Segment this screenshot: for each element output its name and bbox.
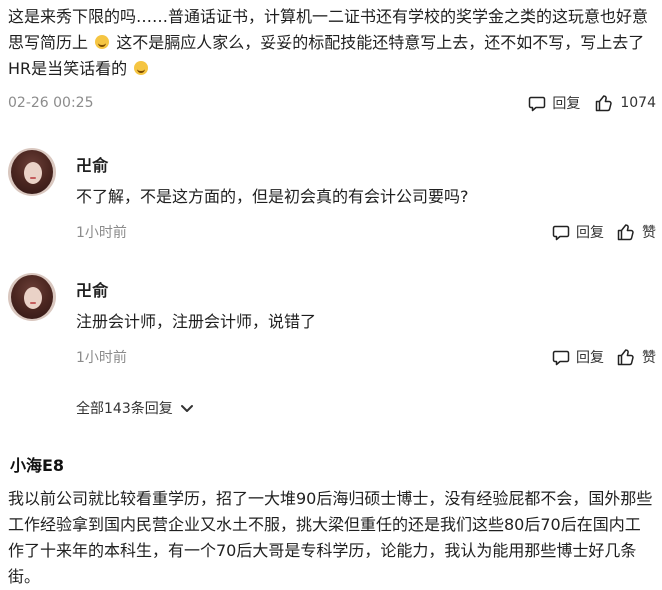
reply-item-1: 卍俞 不了解，不是这方面的，但是初会真的有会计公司要吗? 1小时前 回复 赞 xyxy=(8,148,656,248)
reply-actions: 回复 赞 xyxy=(552,222,656,242)
reply-time: 1小时前 xyxy=(76,225,127,241)
all-replies-button[interactable]: 全部143条回复 xyxy=(76,398,195,418)
like-button[interactable]: 赞 xyxy=(616,347,656,367)
comment-icon xyxy=(552,350,570,366)
like-label: 赞 xyxy=(642,350,656,366)
next-comment-text: 我以前公司就比较看重学历，招了一大堆90后海归硕士博士，没有经验屁都不会，国外那… xyxy=(8,489,653,586)
top-comment-text: 这是来秀下限的吗……普通话证书，计算机一二证书还有学校的奖学金之类的这玩意也好意… xyxy=(8,4,658,82)
reply-label: 回复 xyxy=(576,350,604,366)
top-comment-like-count: 1074 xyxy=(620,95,656,111)
comment-icon xyxy=(552,225,570,241)
laughing-emoji-icon xyxy=(95,35,110,49)
reply-time: 1小时前 xyxy=(76,350,127,366)
reply-label: 回复 xyxy=(576,225,604,241)
reply-text: 注册会计师，注册会计师，说错了 xyxy=(76,312,317,331)
reply-meta: 1小时前 回复 赞 xyxy=(76,220,656,244)
all-replies-label: 全部143条回复 xyxy=(76,401,173,417)
top-comment-meta: 02-26 00:25 回复 1074 xyxy=(8,91,656,115)
reply-meta: 1小时前 回复 赞 xyxy=(76,345,656,369)
reply-text: 不了解，不是这方面的，但是初会真的有会计公司要吗? xyxy=(76,187,469,206)
reply-button[interactable]: 回复 xyxy=(552,222,604,242)
avatar[interactable] xyxy=(8,273,56,321)
top-comment-like-button[interactable]: 1074 xyxy=(594,93,656,113)
reply-item-2: 卍俞 注册会计师，注册会计师，说错了 1小时前 回复 赞 xyxy=(8,273,656,373)
reply-author[interactable]: 卍俞 xyxy=(76,152,108,176)
like-label: 赞 xyxy=(642,225,656,241)
thumbs-up-icon xyxy=(617,349,634,366)
thumbs-up-icon xyxy=(596,95,613,112)
top-comment-reply-label: 回复 xyxy=(552,96,581,112)
reply-actions: 回复 赞 xyxy=(552,347,656,367)
top-comment-actions: 回复 1074 xyxy=(528,93,656,113)
top-comment-time: 02-26 00:25 xyxy=(8,95,94,111)
next-comment-author[interactable]: 小海E8 xyxy=(10,452,64,476)
like-button[interactable]: 赞 xyxy=(616,222,656,242)
avatar[interactable] xyxy=(8,148,56,196)
reply-button[interactable]: 回复 xyxy=(552,347,604,367)
comment-thread: 这是来秀下限的吗……普通话证书，计算机一二证书还有学校的奖学金之类的这玩意也好意… xyxy=(0,0,662,588)
smiling-emoji-icon xyxy=(134,61,149,75)
comment-icon xyxy=(529,96,546,112)
thumbs-up-icon xyxy=(617,224,634,241)
chevron-down-icon xyxy=(180,405,193,412)
top-comment-reply-button[interactable]: 回复 xyxy=(528,93,580,113)
reply-author[interactable]: 卍俞 xyxy=(76,277,108,301)
